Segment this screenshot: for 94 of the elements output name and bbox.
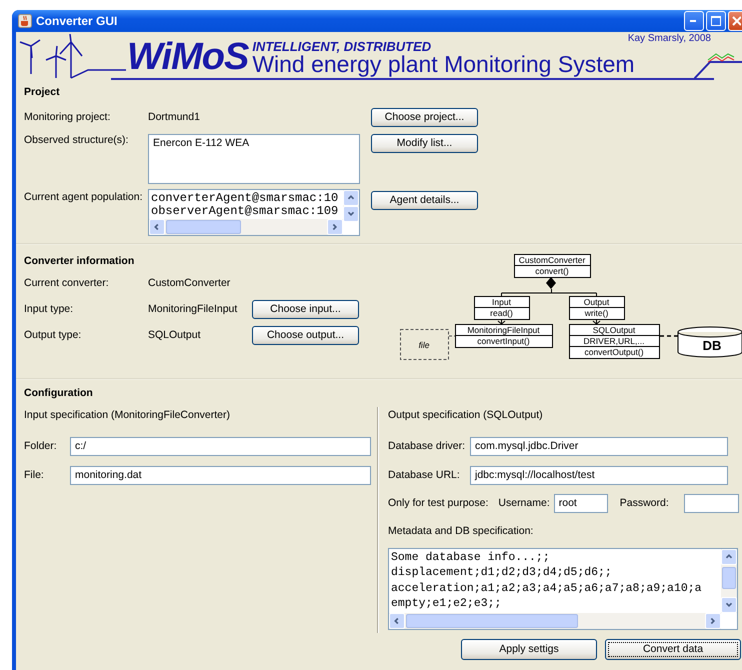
text-line: displacement;d1;d2;d3;d4;d5;d6;; xyxy=(391,565,612,581)
field-label: Monitoring project: xyxy=(24,110,112,124)
vertical-scrollbar[interactable] xyxy=(721,548,737,613)
file-box xyxy=(400,329,449,360)
field-label: Database URL: xyxy=(388,469,461,482)
field-label: Input type: xyxy=(24,302,74,316)
text-line: Some database info...;; xyxy=(391,550,550,566)
text-line: empty;e1;e2;e3;; xyxy=(391,596,502,612)
java-cup-icon xyxy=(18,14,32,28)
maximize-button[interactable] xyxy=(706,11,726,31)
class-name: MonitoringFileInput xyxy=(467,325,540,335)
field-value: Dortmund1 xyxy=(148,110,201,124)
tagline: INTELLIGENT, DISTRIBUTED xyxy=(252,40,432,53)
inheritance-arrow xyxy=(592,320,600,325)
list-box[interactable]: Enercon E-112 WEA xyxy=(148,134,360,184)
section-heading: Converter information xyxy=(24,255,136,268)
action-button[interactable]: Choose output... xyxy=(252,326,359,345)
horizontal-scrollbar[interactable] xyxy=(389,612,721,629)
inheritance-arrow xyxy=(498,320,506,325)
field-label: File: xyxy=(24,469,45,482)
field-label: Only for test purpose: xyxy=(388,497,488,510)
maximize-icon xyxy=(710,15,722,27)
action-button[interactable]: Agent details... xyxy=(371,190,478,210)
action-button[interactable]: Convert data xyxy=(605,638,741,660)
text-field[interactable]: jdbc:mysql://localhost/test xyxy=(470,466,728,486)
subtitle: Wind energy plant Monitoring System xyxy=(252,53,635,76)
action-button[interactable]: Choose project... xyxy=(371,108,478,127)
section-heading: Configuration xyxy=(24,387,94,400)
class-member: convert() xyxy=(535,266,569,276)
scroll-thumb[interactable] xyxy=(406,614,578,628)
action-button[interactable]: Choose input... xyxy=(252,300,359,319)
class-member: convertOutput() xyxy=(584,347,644,357)
class-member: read() xyxy=(490,308,513,318)
close-button[interactable] xyxy=(728,11,742,31)
field-label: Current converter: xyxy=(24,276,110,290)
scroll-right-button[interactable] xyxy=(705,612,721,629)
chevron-right-icon xyxy=(708,616,718,626)
scroll-left-button[interactable] xyxy=(149,218,165,235)
class-box xyxy=(569,296,625,320)
field-label: Username: xyxy=(498,497,550,510)
file-label: file xyxy=(418,340,430,350)
class-name: SQLOutput xyxy=(592,325,636,335)
agent-list-item: converterAgent@smarsmac:10 xyxy=(151,192,338,205)
field-label: Current agent population: xyxy=(24,190,144,204)
text-field[interactable]: c:/ xyxy=(70,437,371,456)
class-name: Output xyxy=(584,297,610,307)
password-field[interactable] xyxy=(684,494,739,514)
section-heading: Project xyxy=(24,86,61,99)
list-item[interactable]: Enercon E-112 WEA xyxy=(153,136,355,150)
action-button[interactable]: Modify list... xyxy=(371,134,478,153)
database-label: DB xyxy=(702,338,722,353)
credit-text: Kay Smarsly, 2008 xyxy=(628,33,711,45)
horizontal-scrollbar[interactable] xyxy=(149,218,343,235)
class-member: write() xyxy=(584,308,608,318)
field-label: Password: xyxy=(620,497,669,510)
field-label: Database driver: xyxy=(388,440,466,453)
class-member: convertInput() xyxy=(477,336,530,346)
field-value: MonitoringFileInput xyxy=(148,302,238,316)
minimize-button[interactable] xyxy=(684,11,704,31)
action-button[interactable]: Apply settigs xyxy=(461,638,597,660)
agent-list-item: observerAgent@smarsmac:109 xyxy=(151,204,338,218)
scroll-up-button[interactable] xyxy=(721,548,737,565)
window-title: Converter GUI xyxy=(36,14,118,28)
field-label: Folder: xyxy=(24,440,58,453)
vertical-scrollbar[interactable] xyxy=(343,190,359,219)
class-member: DRIVER,URL,... xyxy=(584,336,644,346)
database-cylinder xyxy=(678,326,742,358)
scroll-list[interactable]: Some database info...;; displacement;d1;d2;d3;d4;d5;d6;; acceleration;a1;a2;a3;a4;a5;a6;a7;a8;a9;a10;a empty;e1;e2;e3;; xyxy=(388,548,738,630)
field-label: Metadata and DB specification: xyxy=(388,525,534,538)
text-field[interactable]: root xyxy=(554,494,608,514)
minimize-icon xyxy=(690,20,698,22)
class-name: CustomConverter xyxy=(518,255,586,265)
text-field[interactable]: com.mysql.jdbc.Driver xyxy=(470,437,728,456)
field-label: Output type: xyxy=(24,328,82,342)
logo-text: WiMoS xyxy=(127,38,248,76)
text-line: acceleration;a1;a2;a3;a4;a5;a6;a7;a8;a9;a10;a xyxy=(391,580,702,596)
text-field[interactable]: monitoring.dat xyxy=(70,466,371,486)
chevron-right-icon xyxy=(330,222,340,232)
field-value: SQLOutput xyxy=(148,328,202,342)
scroll-up-button[interactable] xyxy=(343,190,359,206)
scroll-list[interactable]: converterAgent@smarsmac:10 observerAgent@smarsmac:109 xyxy=(148,188,360,236)
class-box xyxy=(474,296,530,320)
close-icon xyxy=(730,15,740,27)
panel-title: Input specification (MonitoringFileConverter) xyxy=(24,408,232,422)
panel-title: Output specification (SQLOutput) xyxy=(388,408,544,422)
scroll-right-button[interactable] xyxy=(327,218,343,235)
scroll-thumb[interactable] xyxy=(722,566,736,589)
scroll-left-button[interactable] xyxy=(389,612,405,629)
scroll-down-button[interactable] xyxy=(343,206,359,222)
field-label: Observed structure(s): xyxy=(24,134,130,146)
field-value: CustomConverter xyxy=(148,276,232,290)
class-name: Input xyxy=(492,297,511,307)
scroll-thumb[interactable] xyxy=(166,220,241,234)
scroll-down-button[interactable] xyxy=(721,596,737,613)
